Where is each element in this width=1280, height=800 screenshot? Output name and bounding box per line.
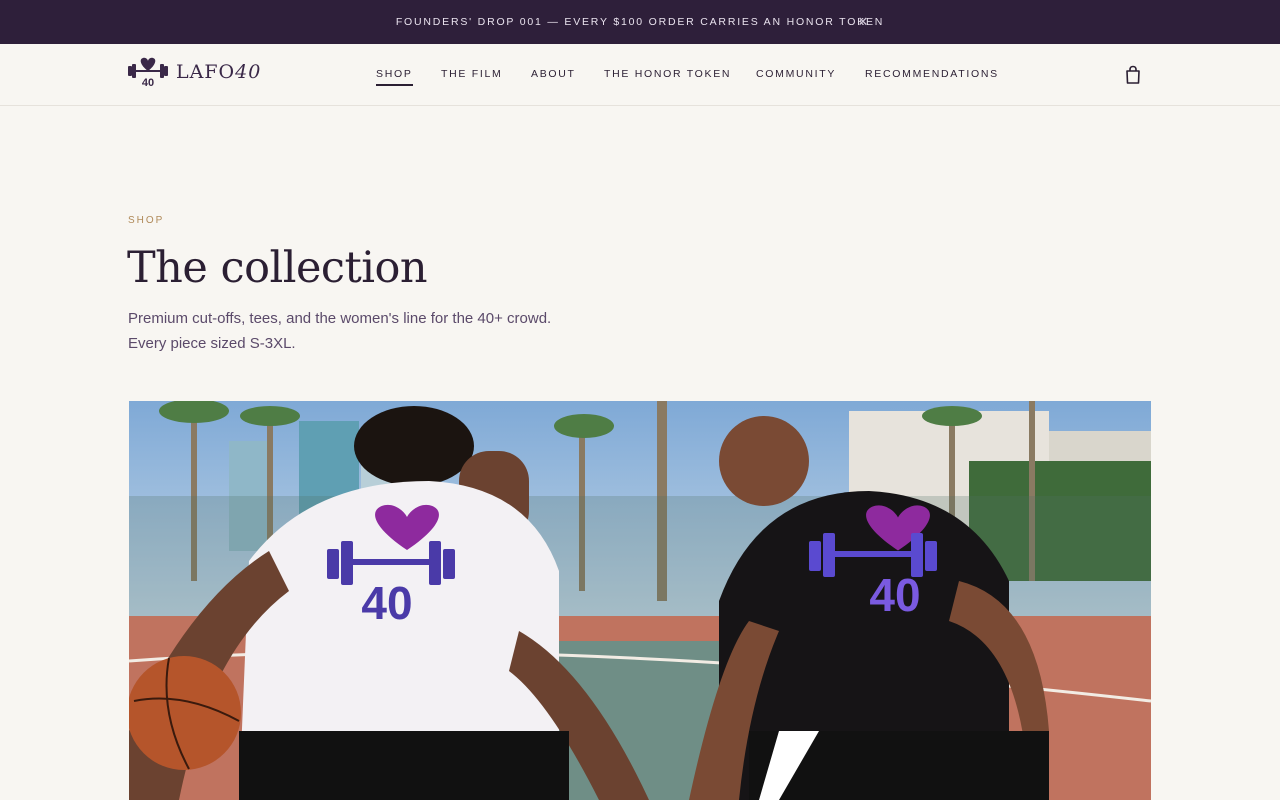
site-header: 40 LAFO40 SHOP THE FILM ABOUT THE HONOR … <box>0 44 1280 106</box>
heart-barbell-40-icon: 40 <box>128 57 168 88</box>
shopping-bag-icon[interactable] <box>1124 65 1142 85</box>
page-title: The collection <box>127 243 428 293</box>
nav-item-the-film[interactable]: THE FILM <box>441 68 502 80</box>
nav-item-the-honor-token[interactable]: THE HONOR TOKEN <box>604 68 731 80</box>
section-eyebrow: SHOP <box>128 215 165 226</box>
hero-image: 40 40 <box>129 401 1151 800</box>
logo[interactable]: 40 LAFO40 <box>128 56 261 88</box>
shirt-graphic-text-right: 40 <box>869 569 920 621</box>
nav-item-shop[interactable]: SHOP <box>376 68 413 86</box>
svg-text:40: 40 <box>142 77 154 88</box>
announcement-bar: FOUNDERS' DROP 001 — EVERY $100 ORDER CA… <box>0 0 1280 44</box>
logo-wordmark: LAFO40 <box>176 61 262 83</box>
nav-item-recommendations[interactable]: RECOMMENDATIONS <box>865 68 999 80</box>
shirt-graphic-text-left: 40 <box>361 577 412 629</box>
page-subtitle-line-1: Premium cut-offs, tees, and the women's … <box>128 310 552 327</box>
page-subtitle-line-2: Every piece sized S-3XL. <box>128 335 296 352</box>
announcement-text: FOUNDERS' DROP 001 — EVERY $100 ORDER CA… <box>395 16 885 28</box>
nav-item-about[interactable]: ABOUT <box>531 68 576 80</box>
nav-item-community[interactable]: COMMUNITY <box>756 68 836 80</box>
close-icon[interactable]: ✕ <box>855 12 871 32</box>
